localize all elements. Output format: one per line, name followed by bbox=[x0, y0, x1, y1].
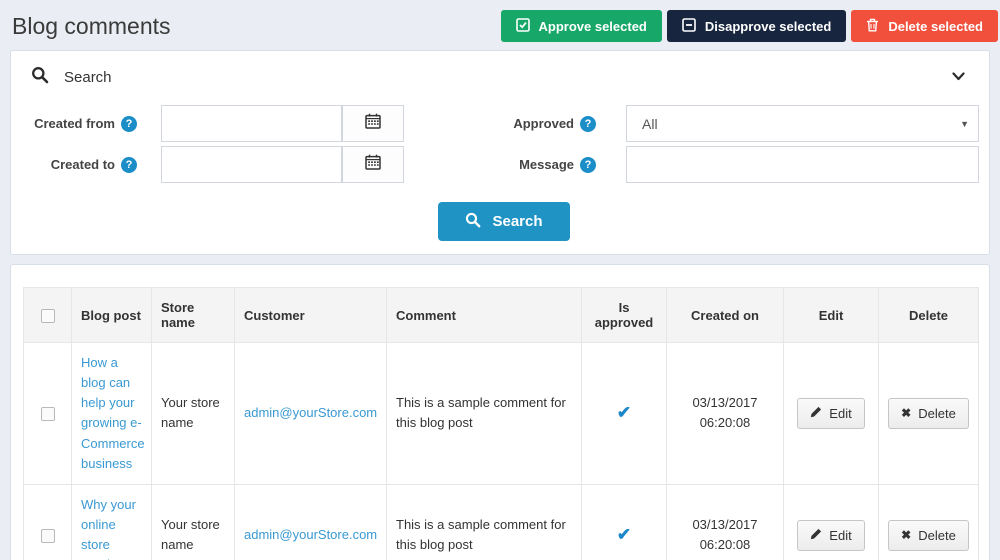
trash-icon bbox=[866, 18, 879, 35]
created-on-cell: 03/13/2017 06:20:08 bbox=[667, 343, 784, 485]
select-arrow-icon: ▼ bbox=[960, 119, 969, 129]
edit-button[interactable]: Edit bbox=[797, 398, 864, 429]
blog-post-link[interactable]: Why your online store needs a bbox=[81, 497, 136, 560]
created-from-input[interactable] bbox=[161, 105, 342, 142]
disapprove-selected-label: Disapprove selected bbox=[705, 19, 831, 34]
message-input[interactable] bbox=[626, 146, 979, 183]
approved-select[interactable]: All ▼ bbox=[626, 105, 979, 142]
page-header: Blog comments Approve selected Disapprov… bbox=[0, 0, 1000, 50]
chevron-down-icon[interactable] bbox=[952, 68, 965, 86]
customer-link[interactable]: admin@yourStore.com bbox=[244, 527, 377, 542]
calendar-icon bbox=[365, 154, 381, 175]
created-on-cell: 03/13/2017 06:20:08 bbox=[667, 484, 784, 560]
delete-button-label: Delete bbox=[918, 528, 956, 543]
search-form: Created from ? Approved ? All bbox=[11, 103, 989, 254]
created-to-calendar-button[interactable] bbox=[342, 146, 404, 183]
x-icon: ✖ bbox=[901, 406, 911, 420]
column-header-store-name: Store name bbox=[152, 288, 235, 343]
delete-selected-label: Delete selected bbox=[888, 19, 983, 34]
search-panel: Search Created from ? Approved bbox=[10, 50, 990, 255]
search-icon bbox=[465, 212, 481, 232]
message-label: Message ? bbox=[501, 157, 596, 173]
help-icon[interactable]: ? bbox=[121, 116, 137, 132]
column-header-is-approved: Is approved bbox=[582, 288, 667, 343]
delete-button-label: Delete bbox=[918, 406, 956, 421]
approved-check-icon: ✔ bbox=[617, 403, 631, 422]
help-icon[interactable]: ? bbox=[580, 116, 596, 132]
row-checkbox[interactable] bbox=[41, 529, 55, 543]
check-square-icon bbox=[516, 18, 530, 35]
column-header-comment: Comment bbox=[387, 288, 582, 343]
blog-post-link[interactable]: How a blog can help your growing e-Comme… bbox=[81, 355, 145, 471]
created-to-input[interactable] bbox=[161, 146, 342, 183]
store-name-cell: Your store name bbox=[152, 484, 235, 560]
bulk-action-toolbar: Approve selected Disapprove selected Del… bbox=[501, 10, 999, 42]
select-all-checkbox[interactable] bbox=[41, 309, 55, 323]
delete-button[interactable]: ✖ Delete bbox=[888, 398, 969, 429]
x-icon: ✖ bbox=[901, 528, 911, 542]
disapprove-selected-button[interactable]: Disapprove selected bbox=[667, 10, 846, 42]
comments-table: Blog post Store name Customer Comment Is… bbox=[23, 287, 979, 560]
column-header-customer: Customer bbox=[235, 288, 387, 343]
column-header-edit: Edit bbox=[784, 288, 879, 343]
help-icon[interactable]: ? bbox=[121, 157, 137, 173]
edit-button-label: Edit bbox=[829, 406, 851, 421]
edit-button[interactable]: Edit bbox=[797, 520, 864, 551]
customer-link[interactable]: admin@yourStore.com bbox=[244, 405, 377, 420]
row-checkbox[interactable] bbox=[41, 407, 55, 421]
comments-table-panel: Blog post Store name Customer Comment Is… bbox=[10, 264, 990, 560]
approved-check-icon: ✔ bbox=[617, 525, 631, 544]
page-title: Blog comments bbox=[12, 13, 171, 40]
approved-label: Approved ? bbox=[501, 116, 596, 132]
comment-cell: This is a sample comment for this blog p… bbox=[387, 343, 582, 485]
created-from-calendar-button[interactable] bbox=[342, 105, 404, 142]
approved-select-value: All bbox=[642, 116, 658, 132]
pencil-icon bbox=[810, 406, 822, 421]
table-header-row: Blog post Store name Customer Comment Is… bbox=[24, 288, 979, 343]
column-header-delete: Delete bbox=[879, 288, 979, 343]
search-icon bbox=[31, 66, 49, 89]
table-row: How a blog can help your growing e-Comme… bbox=[24, 343, 979, 485]
store-name-cell: Your store name bbox=[152, 343, 235, 485]
help-icon[interactable]: ? bbox=[580, 157, 596, 173]
search-button-label: Search bbox=[492, 213, 542, 230]
pencil-icon bbox=[810, 528, 822, 543]
edit-button-label: Edit bbox=[829, 528, 851, 543]
created-to-label: Created to ? bbox=[29, 157, 137, 173]
search-button[interactable]: Search bbox=[438, 202, 569, 241]
search-panel-header[interactable]: Search bbox=[11, 51, 989, 103]
column-header-created-on: Created on bbox=[667, 288, 784, 343]
approve-selected-label: Approve selected bbox=[539, 19, 647, 34]
created-from-label: Created from ? bbox=[29, 116, 137, 132]
minus-square-icon bbox=[682, 18, 696, 35]
table-row: Why your online store needs a Your store… bbox=[24, 484, 979, 560]
delete-button[interactable]: ✖ Delete bbox=[888, 520, 969, 551]
approve-selected-button[interactable]: Approve selected bbox=[501, 10, 662, 42]
calendar-icon bbox=[365, 113, 381, 134]
search-panel-title: Search bbox=[64, 69, 112, 86]
delete-selected-button[interactable]: Delete selected bbox=[851, 10, 998, 42]
comment-cell: This is a sample comment for this blog p… bbox=[387, 484, 582, 560]
column-header-blog-post: Blog post bbox=[72, 288, 152, 343]
